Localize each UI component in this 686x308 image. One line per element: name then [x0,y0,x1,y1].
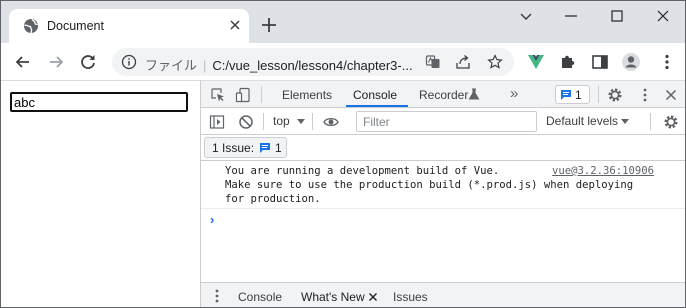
close-icon[interactable] [368,292,378,302]
device-toolbar-icon[interactable] [235,87,251,103]
devtools-tabbar: Elements Console Recorder » 1 [201,81,685,108]
issues-badge-count: 1 [575,88,582,102]
close-icon[interactable] [663,87,679,103]
share-icon[interactable] [455,54,471,70]
url-scheme-label: ファイル [145,58,198,73]
issues-label: 1 Issue: [212,141,255,155]
console-message-line: for production. [225,193,321,205]
log-levels-select[interactable]: Default levels [546,114,618,128]
devtools-panel: Elements Console Recorder » 1 top Filter… [200,81,685,307]
browser-tab[interactable]: Document [9,9,249,43]
close-window-icon[interactable] [652,7,674,25]
message-icon [260,143,270,153]
eye-icon[interactable] [323,114,339,130]
arrow-left-icon[interactable] [13,52,33,72]
plus-icon[interactable] [260,16,278,34]
issues-button[interactable]: 1 Issue: 1 [204,137,287,158]
text-input[interactable] [10,92,188,112]
active-tab-indicator [346,105,408,107]
star-icon[interactable] [487,54,503,70]
flask-icon [468,88,480,100]
context-select[interactable]: top [273,114,290,128]
close-icon[interactable] [227,17,243,33]
arrow-right-icon[interactable] [46,52,66,72]
info-icon[interactable] [121,54,137,70]
tab-strip: Document [1,1,685,43]
globe-icon [24,19,38,34]
issues-bar: 1 Issue: 1 [201,135,685,161]
tab-elements[interactable]: Elements [282,88,332,102]
sidebar-toggle-icon[interactable] [209,114,225,130]
tab-recorder[interactable]: Recorder [419,88,468,102]
profile-icon[interactable] [621,52,641,72]
console-message: You are running a development build of V… [201,162,685,209]
page-viewport [1,81,200,307]
toolbar-divider [650,113,651,130]
maximize-icon[interactable] [606,7,628,25]
vue-devtools-icon[interactable] [526,52,546,72]
console-prompt[interactable]: › [210,212,214,227]
drawer-tab-issues[interactable]: Issues [393,290,428,304]
console-source-link[interactable]: vue@3.2.36:10906 [552,165,654,177]
toolbar-divider [598,86,599,103]
url-path: C:/vue_lesson/lesson4/chapter3-... [212,58,413,73]
inspect-element-icon[interactable] [210,87,226,103]
gear-icon[interactable] [663,114,679,130]
chevron-down-icon[interactable] [515,7,537,25]
kebab-menu-icon[interactable] [657,52,677,72]
issues-count: 1 [275,141,282,155]
drawer-tab-console[interactable]: Console [238,290,282,304]
url-separator: | [203,58,207,73]
caret-down-icon [297,119,305,124]
browser-toolbar: ファイル | C:/vue_lesson/lesson4/chapter3-... [1,43,685,81]
puzzle-icon[interactable] [558,52,578,72]
url-text[interactable]: ファイル | C:/vue_lesson/lesson4/chapter3-... [145,55,413,74]
browser-window: Document ファイル | C:/vue_lesson/lesson4/ch… [0,0,686,308]
tab-console[interactable]: Console [353,88,397,102]
toolbar-divider [261,86,262,103]
console-message-line: Make sure to use the production build (*… [225,179,634,191]
more-tabs-button[interactable]: » [510,85,518,102]
console-toolbar: top Filter Default levels [201,109,685,135]
drawer-tab-whats-new[interactable]: What's New [301,290,365,304]
console-message-line: You are running a development build of V… [225,165,500,177]
side-panel-icon[interactable] [590,52,610,72]
caret-down-icon [621,119,629,124]
translate-icon[interactable] [425,54,441,70]
filter-input[interactable]: Filter [356,111,537,132]
address-bar[interactable]: ファイル | C:/vue_lesson/lesson4/chapter3-... [112,48,514,76]
minimize-icon[interactable] [560,7,582,25]
gear-icon[interactable] [607,87,623,103]
toolbar-divider [263,113,264,130]
reload-icon[interactable] [78,52,98,72]
toolbar-divider [312,113,313,130]
kebab-menu-icon[interactable] [637,87,653,103]
message-icon [561,90,571,100]
tab-title: Document [47,19,104,33]
clear-console-icon[interactable] [238,114,254,130]
kebab-menu-icon[interactable] [209,288,225,304]
issues-badge[interactable]: 1 [555,85,590,104]
devtools-drawer: Console What's New Issues [201,282,685,307]
